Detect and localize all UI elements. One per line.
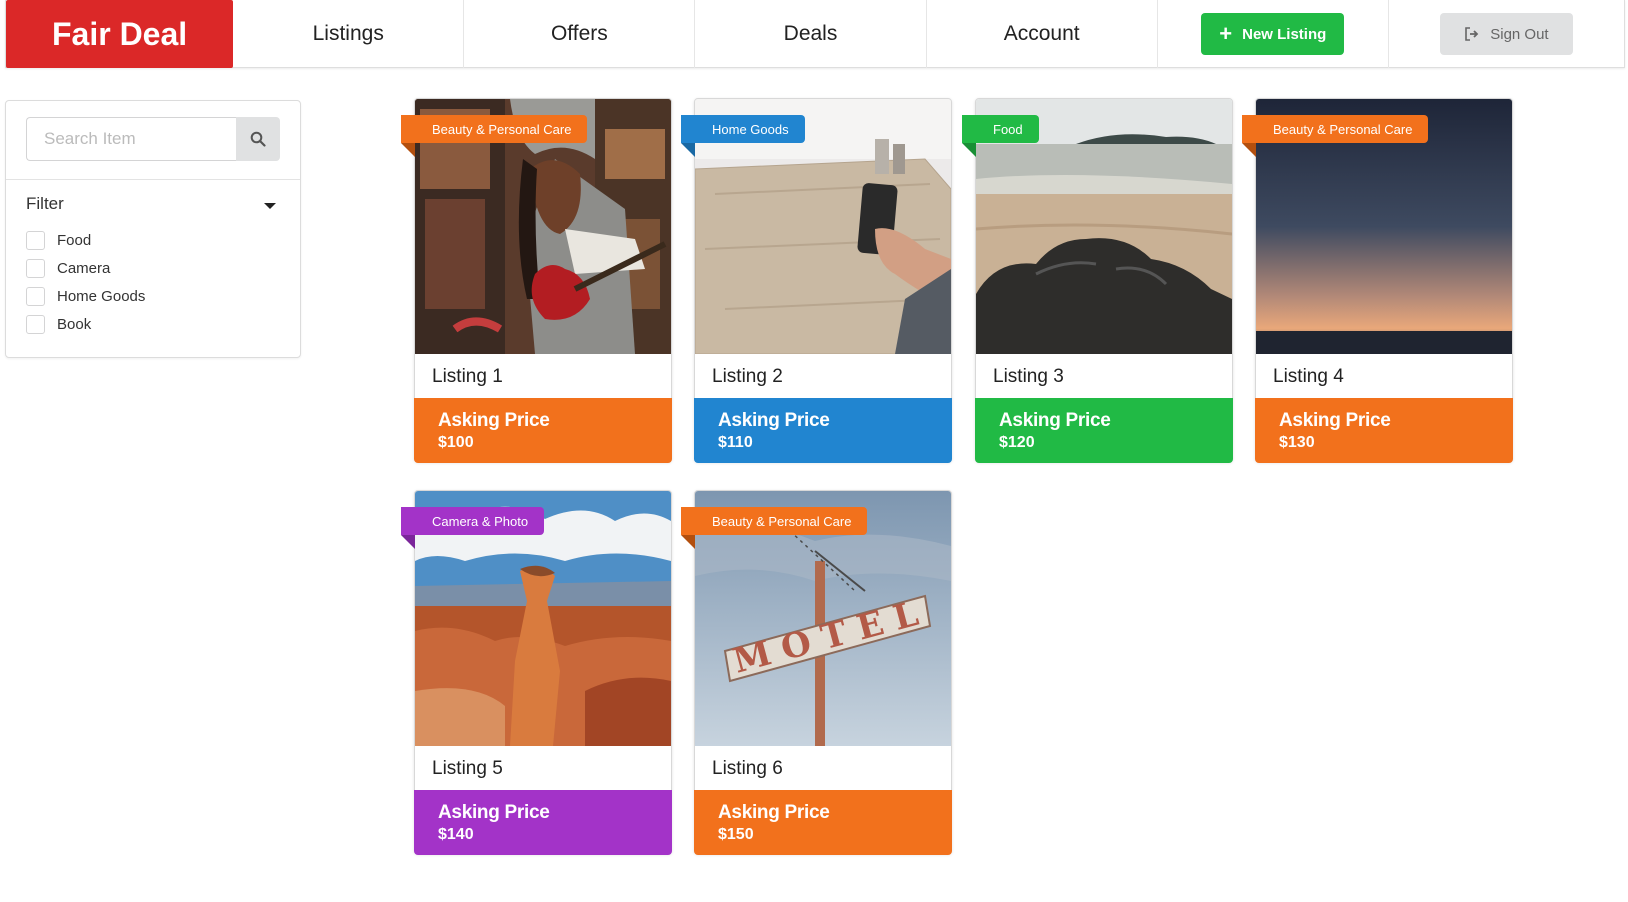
- search-input[interactable]: [26, 117, 236, 161]
- price-bar: Asking Price $150: [694, 790, 952, 855]
- price-value: $130: [1279, 434, 1315, 451]
- price-value: $110: [718, 434, 753, 451]
- checkbox[interactable]: [26, 230, 45, 250]
- price-bar: Asking Price $140: [414, 790, 672, 855]
- listing-card[interactable]: Food Listing 3 Asking Price $120: [962, 98, 1233, 463]
- price-value: $150: [718, 826, 754, 843]
- plus-icon: +: [1219, 21, 1233, 46]
- nav-offers[interactable]: Offers: [464, 0, 696, 68]
- listing-title[interactable]: Listing 1: [432, 366, 503, 388]
- listing-title[interactable]: Listing 3: [993, 366, 1064, 388]
- new-listing-wrap: + New Listing: [1158, 0, 1389, 68]
- filter-option-label: Home Goods: [57, 287, 146, 305]
- listing-card[interactable]: Beauty & Personal Care Listing 4 Asking …: [1242, 98, 1513, 463]
- listing-card[interactable]: M O T E L Beauty & Personal Care Listing…: [681, 490, 952, 855]
- caret-down-icon: [264, 203, 276, 209]
- filter-option-label: Book: [57, 315, 92, 333]
- price-bar: Asking Price $120: [975, 398, 1233, 463]
- listing-title[interactable]: Listing 6: [712, 758, 783, 780]
- listing-title[interactable]: Listing 2: [712, 366, 783, 388]
- category-ribbon: Home Goods: [681, 115, 805, 157]
- price-bar: Asking Price $130: [1255, 398, 1513, 463]
- asking-price-label: Asking Price: [718, 410, 830, 431]
- filter-option-label: Food: [57, 231, 92, 249]
- sign-out-wrap: Sign Out: [1389, 0, 1624, 68]
- checkbox[interactable]: [26, 314, 45, 334]
- asking-price-label: Asking Price: [999, 410, 1111, 431]
- filter-list: Food Camera Home Goods Book: [6, 214, 300, 338]
- price-value: $120: [999, 434, 1035, 451]
- category-ribbon: Beauty & Personal Care: [1242, 115, 1429, 157]
- search-row: [6, 101, 300, 180]
- price-value: $140: [438, 826, 474, 843]
- new-listing-button[interactable]: + New Listing: [1201, 13, 1345, 55]
- listing-title[interactable]: Listing 5: [432, 758, 503, 780]
- asking-price-label: Asking Price: [438, 802, 550, 823]
- sign-out-icon: [1465, 27, 1479, 41]
- listing-card[interactable]: Home Goods Listing 2 Asking Price $110: [681, 98, 952, 463]
- top-nav: Fair Deal Listings Offers Deals Account …: [5, 0, 1625, 68]
- filter-sidebar: Filter Food Camera Home Goods Book: [5, 100, 301, 358]
- nav-deals[interactable]: Deals: [695, 0, 927, 68]
- category-ribbon: Food: [962, 115, 1039, 157]
- category-ribbon: Camera & Photo: [401, 507, 545, 549]
- nav-listings[interactable]: Listings: [233, 0, 465, 68]
- filter-option-home-goods[interactable]: Home Goods: [26, 282, 280, 310]
- price-bar: Asking Price $100: [414, 398, 672, 463]
- category-ribbon: Beauty & Personal Care: [681, 507, 868, 549]
- filter-option-food[interactable]: Food: [26, 226, 280, 254]
- checkbox[interactable]: [26, 286, 45, 306]
- sign-out-label: Sign Out: [1490, 25, 1549, 43]
- asking-price-label: Asking Price: [718, 802, 830, 823]
- listing-card[interactable]: Beauty & Personal Care Listing 1 Asking …: [401, 98, 672, 463]
- filter-option-book[interactable]: Book: [26, 310, 280, 338]
- category-ribbon: Beauty & Personal Care: [401, 115, 588, 157]
- sign-out-button[interactable]: Sign Out: [1440, 13, 1573, 55]
- checkbox[interactable]: [26, 258, 45, 278]
- nav-account[interactable]: Account: [927, 0, 1158, 68]
- filter-option-label: Camera: [57, 259, 111, 277]
- search-icon: [250, 131, 266, 147]
- listing-card[interactable]: Camera & Photo Listing 5 Asking Price $1…: [401, 490, 672, 855]
- search-button[interactable]: [236, 117, 280, 161]
- brand-logo[interactable]: Fair Deal: [6, 0, 234, 68]
- price-bar: Asking Price $110: [694, 398, 952, 463]
- filter-option-camera[interactable]: Camera: [26, 254, 280, 282]
- listing-title[interactable]: Listing 4: [1273, 366, 1344, 388]
- asking-price-label: Asking Price: [438, 410, 550, 431]
- filter-dropdown[interactable]: Filter: [6, 180, 300, 214]
- asking-price-label: Asking Price: [1279, 410, 1391, 431]
- new-listing-label: New Listing: [1242, 25, 1327, 43]
- price-value: $100: [438, 434, 474, 451]
- filter-title: Filter: [26, 194, 64, 213]
